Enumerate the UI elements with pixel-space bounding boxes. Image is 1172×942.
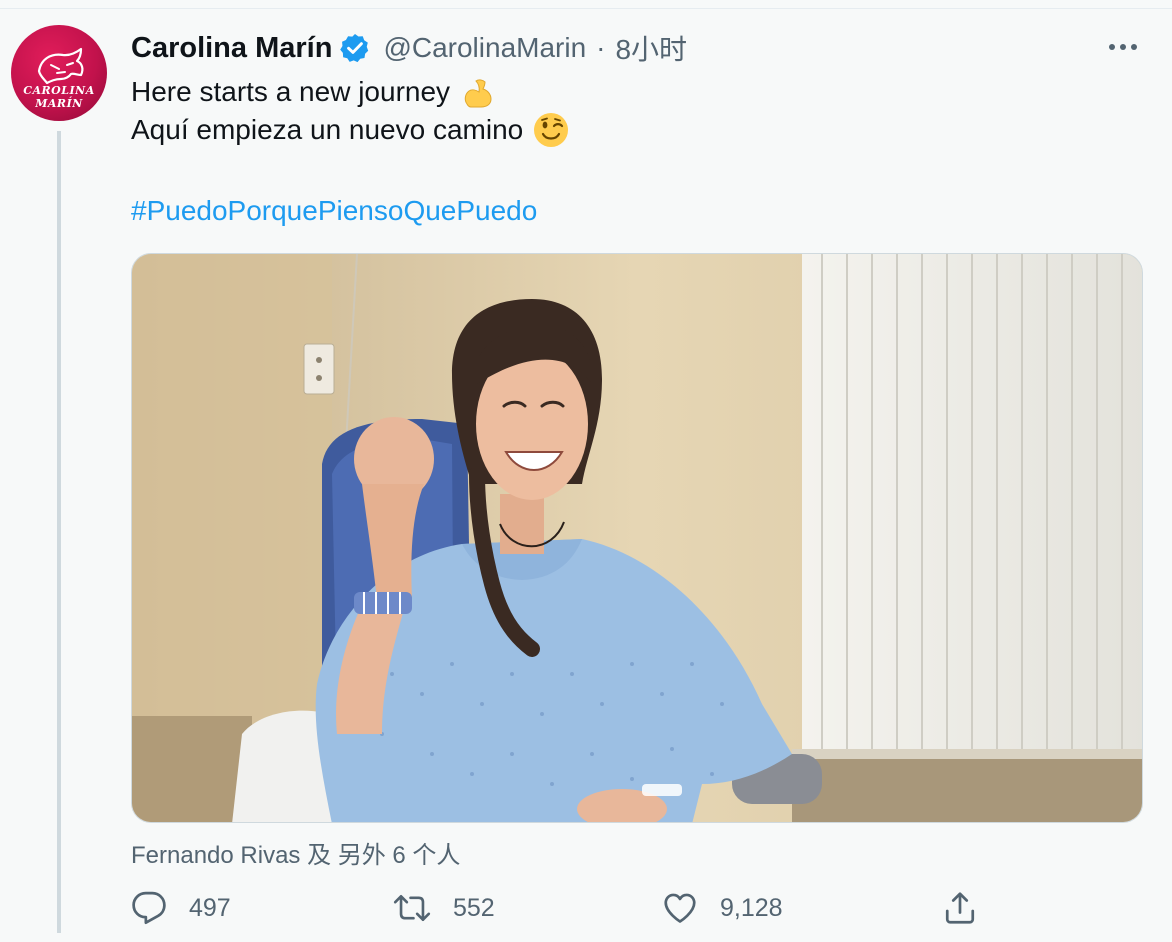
tweet-text-line-1-text: Here starts a new journey: [131, 76, 451, 107]
photo-image: [132, 254, 1142, 822]
avatar-text-line2: MARÍN: [35, 97, 83, 110]
more-button[interactable]: [1100, 30, 1146, 64]
tweet-text: Here starts a new journey Aquí empieza u…: [131, 73, 1131, 149]
tweet-text-line-1: Here starts a new journey: [131, 73, 1131, 111]
timestamp[interactable]: 8小时: [615, 28, 687, 68]
avatar[interactable]: CAROLINA MARÍN: [11, 25, 107, 121]
winking-face-emoji-icon: [533, 112, 569, 148]
tweet-text-line-2-text: Aquí empieza un nuevo camino: [131, 114, 524, 145]
avatar-text-line1: CAROLINA: [23, 84, 95, 97]
flexed-biceps-emoji-icon: [460, 74, 496, 110]
display-name[interactable]: Carolina Marín: [131, 32, 332, 65]
like-button[interactable]: 9,128: [662, 888, 783, 928]
tagged-people-link[interactable]: Fernando Rivas 及 另外 6 个人: [131, 835, 460, 870]
separator-dot: ·: [596, 32, 606, 63]
tweet-photo[interactable]: [131, 253, 1143, 823]
tweet-text-line-2: Aquí empieza un nuevo camino: [131, 111, 1131, 149]
share-button[interactable]: [942, 888, 978, 928]
reply-button[interactable]: 497: [131, 888, 231, 928]
like-count: 9,128: [720, 893, 783, 922]
handle[interactable]: @CarolinaMarin: [383, 32, 586, 64]
hashtag-link[interactable]: #PuedoPorquePiensoQuePuedo: [131, 192, 537, 230]
reply-count: 497: [189, 893, 231, 922]
retweet-count: 552: [453, 893, 495, 922]
reply-icon: [132, 891, 166, 925]
retweet-button[interactable]: 552: [393, 888, 495, 928]
retweet-icon: [393, 894, 431, 922]
tweet[interactable]: CAROLINA MARÍN Carolina Marín @CarolinaM…: [0, 0, 1172, 933]
more-icon: [1109, 44, 1137, 50]
verified-badge-icon: [339, 32, 371, 64]
tweet-header: Carolina Marín @CarolinaMarin · 8小时: [131, 28, 687, 68]
heart-icon: [664, 893, 696, 923]
share-icon: [945, 892, 975, 924]
thread-line: [57, 131, 61, 933]
